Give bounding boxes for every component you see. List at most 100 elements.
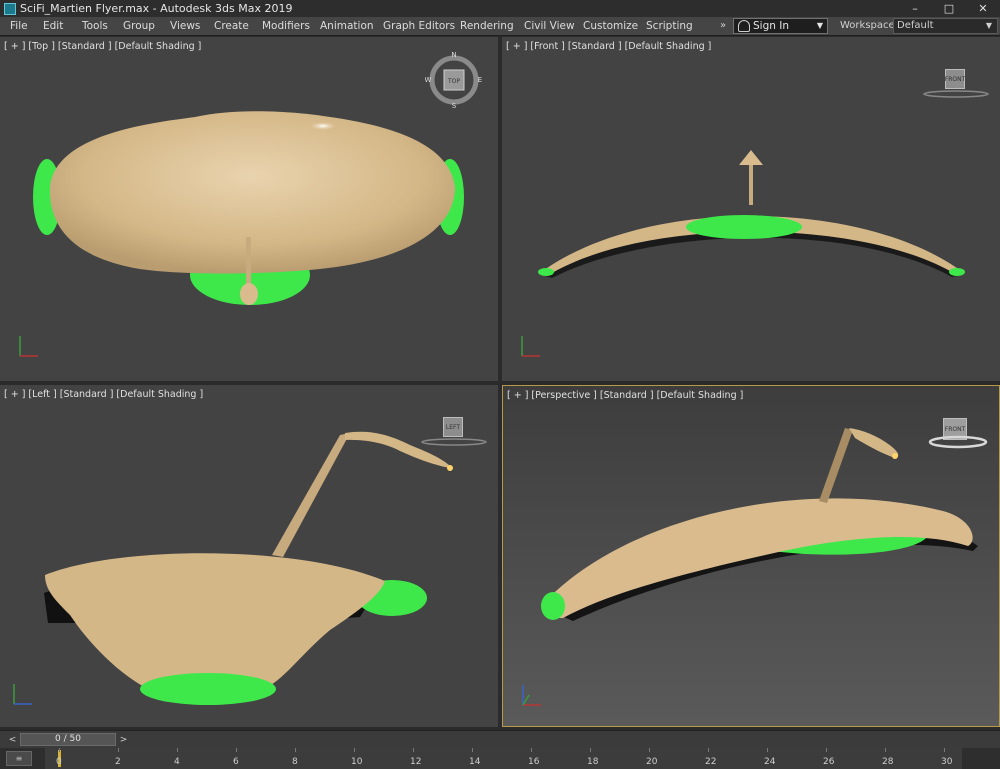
perspective-view-scene [541,428,978,621]
timeline-tick [649,748,650,752]
timeline-tick-label: 16 [528,757,540,767]
green-thruster-front [541,592,565,620]
timeline-tick [472,748,473,752]
viewport-top[interactable]: [ + ] [Top ] [Standard ] [Default Shadin… [0,37,498,381]
chevron-down-icon: ▼ [985,21,992,30]
track-bar-icon[interactable]: ≡ [6,751,32,766]
menu-civil-view[interactable]: Civil View [524,20,575,32]
timeline-tick-label: 28 [882,757,894,767]
timeline-tick [59,748,60,752]
green-core-front [686,215,802,239]
menu-edit[interactable]: Edit [43,20,63,32]
timeline-tick-label: 10 [351,757,363,767]
viewport-front[interactable]: [ + ] [Front ] [Standard ] [Default Shad… [502,37,1000,381]
compass-w: W [425,76,432,84]
viewport-label-front[interactable]: [ + ] [Front ] [Standard ] [Default Shad… [506,41,711,52]
timeline-tick-label: 18 [587,757,599,767]
timeline-tick-label: 8 [292,757,298,767]
viewport-label-left[interactable]: [ + ] [Left ] [Standard ] [Default Shadi… [4,389,203,400]
title-bar: SciFi_Martien Flyer.max - Autodesk 3ds M… [0,0,1000,17]
antenna-mast [819,428,853,503]
menu-animation[interactable]: Animation [320,20,374,32]
axis-gizmo [19,336,38,357]
timeline-tick [118,748,119,752]
cube-face-label: TOP [447,78,460,85]
timeline-tick-label: 20 [646,757,658,767]
green-thruster-right [949,268,965,276]
timeline-tick [413,748,414,752]
timeline-ruler[interactable]: 0 2 4 6 8 10 12 14 16 18 20 22 24 26 28 30 [45,748,962,769]
viewport-left[interactable]: [ + ] [Left ] [Standard ] [Default Shadi… [0,385,498,727]
antenna-cap [739,150,763,165]
workspace-value: Default [897,20,934,31]
menu-customize[interactable]: Customize [583,20,638,32]
next-frame-button[interactable]: > [118,734,129,746]
timeline-tick [236,748,237,752]
menu-overflow-button[interactable]: » [720,20,726,31]
window-controls: – □ ✕ [898,0,1000,17]
menu-modifiers[interactable]: Modifiers [262,20,310,32]
viewcube-front[interactable]: FRONT [945,69,965,89]
timeline-tick [295,748,296,752]
viewport-perspective[interactable]: [ + ] [Perspective ] [Standard ] [Defaul… [502,385,1000,727]
menu-views[interactable]: Views [170,20,200,32]
saucer-hull [49,111,455,274]
antenna-light [447,465,453,471]
track-bar[interactable]: ≡ 0 2 4 6 8 10 12 14 16 18 20 22 24 26 28 30 [0,748,1000,769]
timeline-tick-label: 26 [823,757,835,767]
antenna-mast [749,165,753,205]
time-slider-bar: < 0 / 50 > [0,730,1000,748]
timeline-tick-label: 4 [174,757,180,767]
menu-scripting[interactable]: Scripting [646,20,693,32]
timeline-tick [708,748,709,752]
viewport-label-perspective[interactable]: [ + ] [Perspective ] [Standard ] [Defaul… [507,390,743,401]
timeline-tick-label: 30 [941,757,953,767]
timeline-tick-label: 0 [56,757,62,767]
viewport-label-top[interactable]: [ + ] [Top ] [Standard ] [Default Shadin… [4,41,201,52]
antenna-light [892,453,898,459]
menu-rendering[interactable]: Rendering [460,20,514,32]
axis-gizmo [521,336,540,357]
antenna-mast [272,433,350,557]
viewcube-ring [923,90,989,98]
compass-n: N [451,51,456,59]
maximize-button[interactable]: □ [932,0,966,17]
axis-gizmo [13,684,32,705]
viewcube-ring [421,438,487,446]
timeline-tick-label: 12 [410,757,422,767]
timeline-tick [354,748,355,752]
hull-highlight [278,120,342,140]
timeline-tick [767,748,768,752]
timeline-tick [826,748,827,752]
sign-in-dropdown[interactable]: Sign In ▼ [733,18,828,34]
menu-create[interactable]: Create [214,20,249,32]
menu-tools[interactable]: Tools [82,20,108,32]
saucer-hull-side [45,553,385,690]
close-button[interactable]: ✕ [966,0,1000,17]
top-view-scene [33,111,464,305]
user-icon [738,20,750,32]
timeline-tick [590,748,591,752]
menu-group[interactable]: Group [123,20,155,32]
timeline-tick [531,748,532,752]
workspace-select[interactable]: Default ▼ [893,18,998,34]
antenna-tip [240,283,258,305]
green-core-side [140,673,276,705]
menu-file[interactable]: File [10,20,28,32]
axis-gizmo [522,685,541,706]
viewcube-ring [928,435,988,449]
prev-frame-button[interactable]: < [7,734,18,746]
minimize-button[interactable]: – [898,0,932,17]
timeline-tick-label: 24 [764,757,776,767]
time-slider[interactable]: 0 / 50 [20,733,116,746]
antenna-head [849,428,899,458]
viewcube-left[interactable]: LEFT [443,417,463,437]
timeline-tick-label: 6 [233,757,239,767]
menu-graph-editors[interactable]: Graph Editors [383,20,455,32]
compass-e: E [478,76,482,84]
window-title: SciFi_Martien Flyer.max - Autodesk 3ds M… [20,2,293,15]
timeline-tick [944,748,945,752]
timeline-tick-label: 2 [115,757,121,767]
compass-viewcube[interactable]: TOP N S W E [425,51,483,109]
timeline-tick-label: 14 [469,757,481,767]
